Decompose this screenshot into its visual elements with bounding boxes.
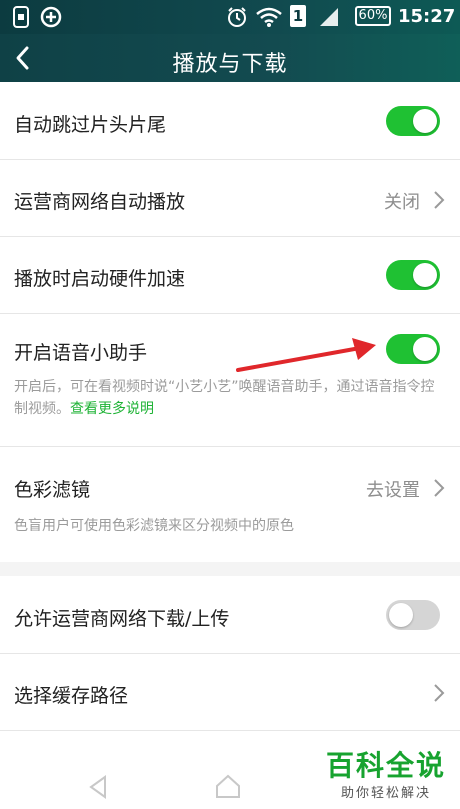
wifi-icon: [256, 7, 282, 27]
hw-accel-toggle[interactable]: [386, 260, 440, 290]
plus-circle-icon: [40, 6, 62, 28]
nav-home-icon[interactable]: [214, 773, 242, 799]
chevron-right-icon: [434, 479, 445, 497]
setting-description: 开启后，可在看视频时说“小艺小艺”唤醒语音助手，通过语音指令控制视频。查看更多说…: [14, 376, 444, 420]
more-info-link[interactable]: 查看更多说明: [70, 401, 154, 417]
setting-label: 运营商网络自动播放: [14, 191, 186, 213]
setting-label: 开启语音小助手: [14, 342, 148, 364]
chevron-right-icon: [434, 684, 445, 702]
section-gap: [0, 562, 460, 576]
toggle-knob: [413, 109, 437, 133]
divider: [0, 730, 460, 731]
page-title: 播放与下载: [172, 52, 288, 77]
setting-skip-intro[interactable]: 自动跳过片头片尾: [0, 82, 460, 160]
app-bar: 播放与下载: [0, 34, 460, 82]
chevron-right-icon: [434, 191, 445, 209]
setting-label: 选择缓存路径: [14, 685, 129, 707]
toggle-knob: [413, 337, 437, 361]
setting-value: 去设置: [366, 480, 420, 501]
toggle-knob: [389, 603, 413, 627]
setting-label: 色彩滤镜: [14, 479, 91, 501]
setting-cache-path[interactable]: 选择缓存路径: [0, 654, 460, 730]
sim1-icon: 1: [290, 5, 306, 27]
setting-label: 播放时启动硬件加速: [14, 268, 186, 290]
setting-voice-assistant[interactable]: 开启语音小助手 开启后，可在看视频时说“小艺小艺”唤醒语音助手，通过语音指令控制…: [0, 314, 460, 446]
battery-icon: 60%: [355, 6, 391, 26]
watermark: 百科全说 助你轻松解决: [326, 744, 446, 801]
setting-value: 关闭: [384, 192, 420, 213]
status-time: 15:27: [398, 6, 456, 27]
setting-carrier-autoplay[interactable]: 运营商网络自动播放 关闭: [0, 160, 460, 236]
nav-back-icon[interactable]: [88, 775, 108, 799]
sim-icon: [13, 6, 29, 28]
annotation-arrow: [236, 338, 376, 372]
watermark-subtitle: 助你轻松解决: [340, 786, 431, 801]
toggle-knob: [413, 263, 437, 287]
status-bar: 1 60% 15:27: [0, 0, 460, 34]
watermark-title: 百科全说: [325, 749, 446, 782]
setting-label: 自动跳过片头片尾: [14, 114, 167, 136]
signal-icon: [320, 8, 338, 26]
skip-intro-toggle[interactable]: [386, 106, 440, 136]
setting-label: 允许运营商网络下载/上传: [14, 608, 230, 630]
setting-hw-accel[interactable]: 播放时启动硬件加速: [0, 237, 460, 313]
alarm-icon: [228, 7, 246, 27]
voice-assistant-toggle[interactable]: [386, 334, 440, 364]
setting-description: 色盲用户可使用色彩滤镜来区分视频中的原色: [14, 518, 294, 534]
carrier-download-toggle[interactable]: [386, 600, 440, 630]
setting-carrier-download[interactable]: 允许运营商网络下载/上传: [0, 576, 460, 653]
setting-color-filter[interactable]: 色彩滤镜 去设置 色盲用户可使用色彩滤镜来区分视频中的原色: [0, 447, 460, 562]
